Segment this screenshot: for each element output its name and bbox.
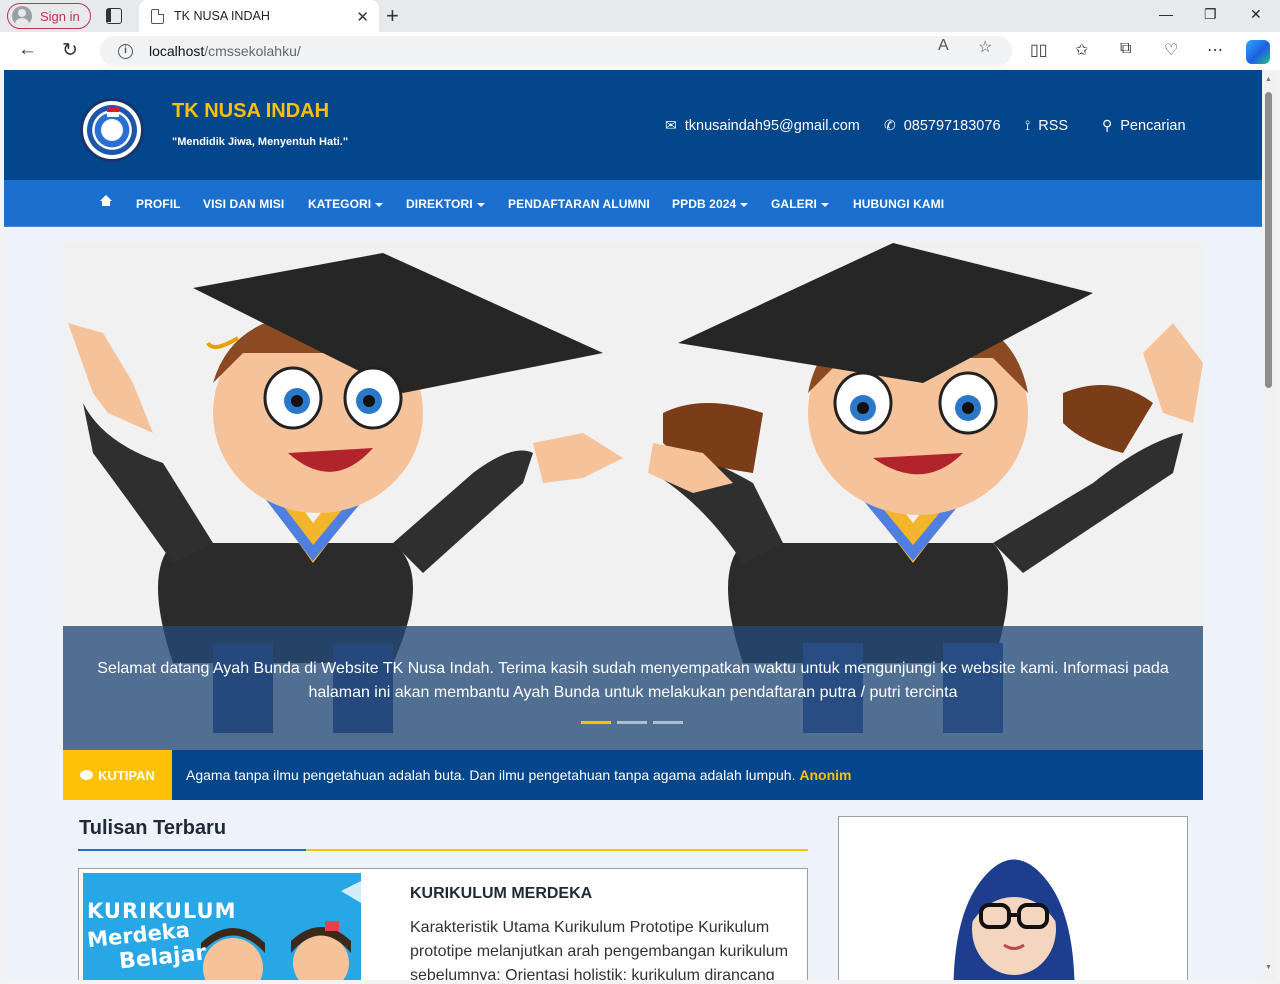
profile-avatar-icon	[12, 6, 32, 26]
refresh-icon[interactable]: ↻	[62, 39, 78, 62]
dropdown-caret-icon	[820, 202, 829, 207]
quote-body: Agama tanpa ilmu pengetahuan adalah buta…	[186, 767, 796, 783]
header-rss-link[interactable]: ⟟ RSS	[1025, 117, 1068, 134]
restore-icon[interactable]: ❐	[1204, 6, 1217, 23]
tab-title: TK NUSA INDAH	[174, 9, 270, 23]
close-tab-icon[interactable]: ✕	[356, 8, 369, 26]
url-field[interactable]: i localhost/cmssekolahku/	[100, 36, 1012, 66]
nav-item-hubungi-kami[interactable]: HUBUNGI KAMI	[853, 197, 944, 211]
envelope-icon: ✉	[665, 117, 677, 133]
nav-item-direktori[interactable]: DIREKTORI	[406, 197, 485, 211]
search-icon: ⚲	[1102, 117, 1113, 133]
phone-icon: ✆	[884, 117, 896, 133]
rss-text: RSS	[1038, 117, 1069, 134]
slider-dot-1[interactable]	[581, 721, 611, 724]
nav-item-pendaftaran-alumni[interactable]: PENDAFTARAN ALUMNI	[508, 197, 650, 211]
home-icon[interactable]	[100, 195, 112, 206]
sign-in-button[interactable]: Sign in	[7, 3, 91, 29]
back-icon[interactable]: ←	[18, 39, 37, 61]
favorites-icon[interactable]: ✩	[1075, 40, 1088, 60]
url-path: /cmssekolahku/	[204, 43, 301, 59]
read-aloud-icon[interactable]: A	[938, 37, 949, 55]
dropdown-caret-icon	[476, 202, 485, 207]
dropdown-caret-icon	[740, 202, 749, 207]
page-viewport: TK NUSA INDAH "Mendidik Jiwa, Menyentuh …	[4, 70, 1262, 980]
logo-flag-icon	[107, 107, 119, 117]
collections-icon[interactable]: ⧉	[1120, 40, 1131, 58]
quote-label: KUTIPAN	[63, 750, 172, 800]
address-bar-row: ← ↻ i localhost/cmssekolahku/ A ☆ ▯▯ ✩ ⧉…	[0, 32, 1280, 70]
site-header: TK NUSA INDAH "Mendidik Jiwa, Menyentuh …	[4, 70, 1262, 180]
nav-item-visi-misi[interactable]: VISI DAN MISI	[203, 197, 284, 211]
scrollbar-thumb[interactable]	[1265, 92, 1272, 388]
hero-slider[interactable]: Selamat datang Ayah Bunda di Website TK …	[63, 243, 1203, 750]
dropdown-caret-icon	[375, 202, 384, 207]
scroll-down-icon[interactable]: ▼	[1265, 964, 1272, 971]
quote-text: Agama tanpa ilmu pengetahuan adalah buta…	[186, 767, 851, 783]
section-title-latest: Tulisan Terbaru	[79, 817, 227, 839]
browser-tab-bar: Sign in TK NUSA INDAH ✕ + — ❐ ✕	[0, 0, 1280, 32]
page-scrollbar[interactable]: ▲ ▼	[1262, 70, 1276, 980]
header-email-link[interactable]: ✉ tknusaindah95@gmail.com	[665, 117, 860, 134]
url-host: localhost	[149, 43, 205, 59]
comments-icon	[80, 770, 94, 780]
sidebar-profile-card	[838, 816, 1188, 980]
post-thumbnail[interactable]: KURIKULUM Merdeka Belajar	[83, 873, 361, 980]
nav-item-kategori[interactable]: KATEGORI	[308, 197, 384, 211]
browser-tab[interactable]: TK NUSA INDAH ✕	[139, 0, 379, 32]
slider-caption-text: Selamat datang Ayah Bunda di Website TK …	[97, 660, 1169, 701]
quote-label-text: KUTIPAN	[98, 767, 155, 783]
post-title[interactable]: KURIKULUM MERDEKA	[410, 885, 592, 903]
search-text: Pencarian	[1120, 117, 1186, 134]
slider-caption: Selamat datang Ayah Bunda di Website TK …	[63, 626, 1203, 750]
nav-item-galeri[interactable]: GALERI	[771, 197, 829, 211]
more-menu-icon[interactable]: ⋯	[1207, 40, 1223, 60]
site-info-icon[interactable]: i	[118, 43, 133, 59]
rss-icon: ⟟	[1025, 117, 1031, 133]
minimize-icon[interactable]: —	[1159, 6, 1173, 22]
post-card[interactable]: KURIKULUM Merdeka Belajar KURIKULUM MERD…	[78, 868, 808, 980]
new-tab-icon[interactable]: +	[386, 3, 399, 29]
quote-bar: KUTIPAN Agama tanpa ilmu pengetahuan ada…	[63, 750, 1203, 800]
copilot-icon[interactable]	[1246, 40, 1270, 64]
sign-in-label: Sign in	[40, 8, 80, 24]
main-navbar: PROFIL VISI DAN MISI KATEGORI DIREKTORI …	[4, 180, 1262, 227]
scroll-up-icon[interactable]: ▲	[1265, 76, 1272, 83]
nav-item-ppdb[interactable]: PPDB 2024	[672, 197, 749, 211]
email-text: tknusaindah95@gmail.com	[684, 117, 860, 134]
page-favicon-icon	[151, 8, 164, 24]
slider-indicators	[581, 721, 683, 724]
tab-actions-icon[interactable]	[106, 8, 122, 24]
nav-item-profil[interactable]: PROFIL	[136, 197, 181, 211]
site-title[interactable]: TK NUSA INDAH	[172, 100, 329, 123]
window-close-icon[interactable]: ✕	[1250, 6, 1262, 23]
post-excerpt: Karakteristik Utama Kurikulum Prototipe …	[410, 919, 789, 980]
site-tagline: "Mendidik Jiwa, Menyentuh Hati."	[172, 136, 349, 148]
favorite-star-icon[interactable]: ☆	[978, 37, 992, 57]
slider-dot-2[interactable]	[617, 721, 647, 724]
slider-dot-3[interactable]	[653, 721, 683, 724]
school-logo[interactable]	[80, 98, 144, 162]
split-screen-icon[interactable]: ▯▯	[1030, 40, 1048, 60]
header-search-link[interactable]: ⚲ Pencarian	[1102, 117, 1186, 134]
browser-essentials-icon[interactable]: ♡	[1164, 40, 1178, 60]
principal-avatar-illustration	[953, 859, 1075, 980]
quote-author: Anonim	[799, 767, 852, 783]
section-divider	[78, 849, 808, 851]
header-phone-link[interactable]: ✆ 085797183076	[884, 117, 1001, 134]
phone-text: 085797183076	[903, 117, 1001, 134]
